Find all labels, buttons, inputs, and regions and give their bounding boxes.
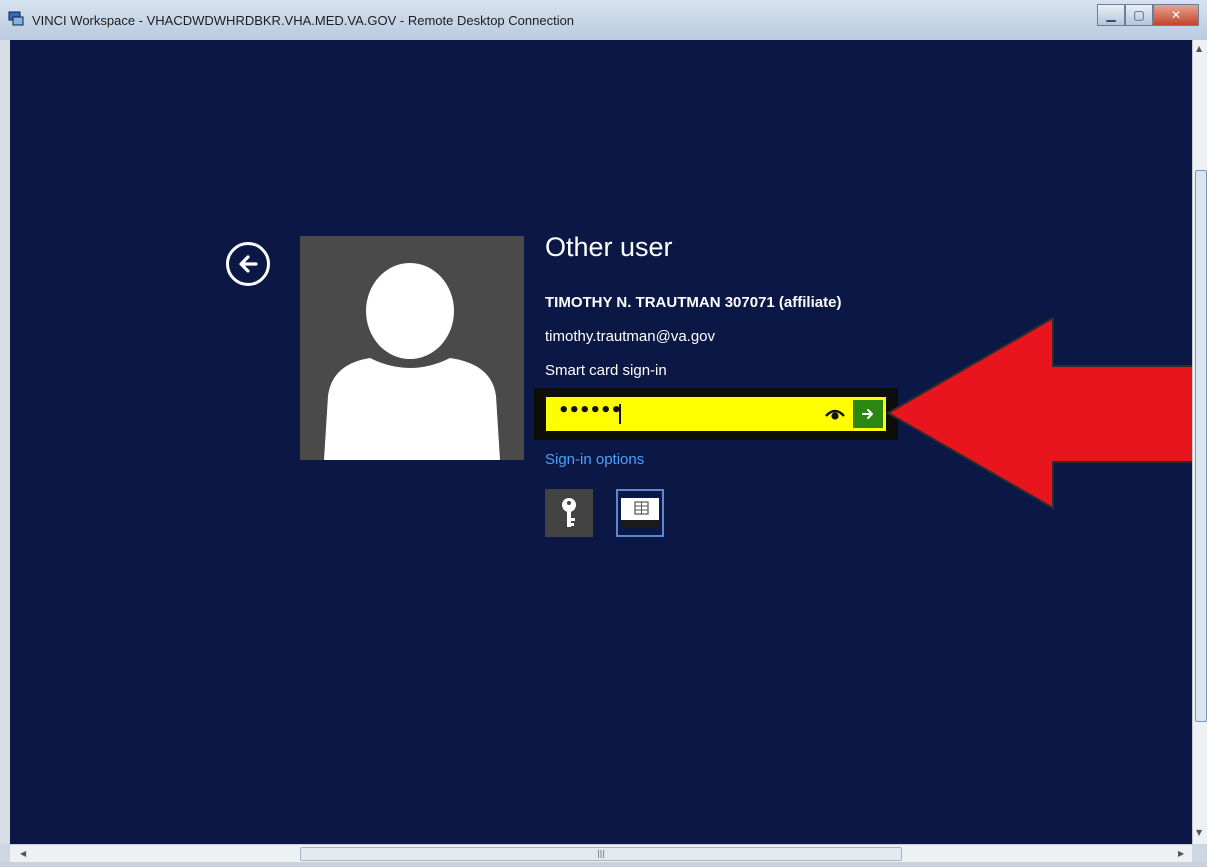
maximize-button[interactable]: ▢ (1125, 4, 1153, 26)
page-title: Other user (545, 232, 673, 262)
smart-card-icon (621, 498, 659, 528)
horizontal-scrollbar[interactable]: ◀ ||| ▶ (10, 844, 1192, 863)
pin-value: •••••• (558, 400, 622, 421)
text-caret (619, 404, 621, 424)
window-title-bar[interactable]: VINCI Workspace - VHACDWDWHRDBKR.VHA.MED… (0, 0, 1207, 41)
scroll-up-icon[interactable]: ▲ (1196, 44, 1202, 53)
back-button[interactable] (226, 242, 270, 286)
eye-icon[interactable] (825, 407, 845, 421)
remote-desktop-icon (8, 11, 24, 26)
avatar (300, 236, 524, 460)
red-arrow-annotation (885, 316, 1192, 510)
window-left-border (0, 40, 10, 844)
key-icon (562, 498, 576, 527)
vertical-scrollbar[interactable]: ▲ ▼ (1192, 40, 1207, 844)
back-arrow-icon (239, 255, 258, 273)
smart-card-option-button[interactable] (616, 489, 664, 537)
user-name: TIMOTHY N. TRAUTMAN 307071 (affiliate) (545, 294, 842, 311)
scroll-down-icon[interactable]: ▼ (1196, 828, 1202, 837)
sign-in-method-label: Smart card sign-in (545, 362, 667, 379)
horizontal-scroll-thumb[interactable]: ||| (300, 847, 902, 861)
scroll-left-icon[interactable]: ◀ (20, 849, 26, 858)
vertical-scroll-thumb[interactable] (1195, 170, 1207, 722)
scroll-right-icon[interactable]: ▶ (1178, 849, 1184, 858)
close-button[interactable]: ✕ (1153, 4, 1199, 26)
sign-in-options-link[interactable]: Sign-in options (545, 451, 644, 468)
user-email: timothy.trautman@va.gov (545, 328, 716, 345)
remote-screen: Other user TIMOTHY N. TRAUTMAN 307071 (a… (10, 40, 1192, 844)
user-silhouette-icon (324, 263, 500, 460)
minimize-button[interactable]: ▁ (1097, 4, 1125, 26)
window-bottom-border (0, 862, 1207, 867)
password-option-button[interactable] (545, 489, 593, 537)
window-title: VINCI Workspace - VHACDWDWHRDBKR.VHA.MED… (32, 13, 575, 28)
pin-input[interactable]: •••••• (546, 397, 886, 431)
